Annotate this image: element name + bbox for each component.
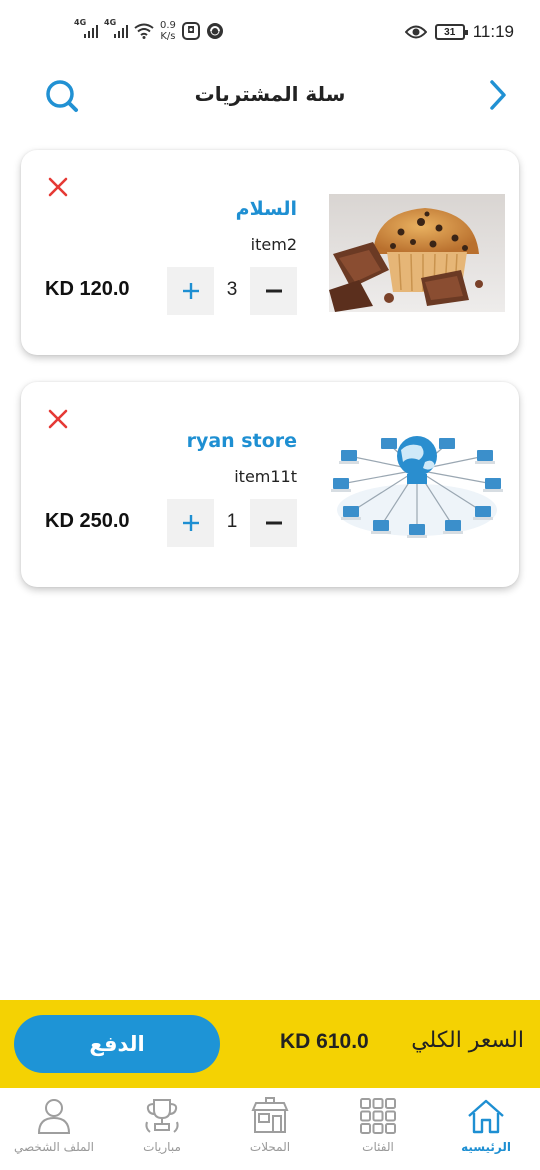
status-right: 31 11:19 [404,22,514,42]
nav-label-stores: المحلات [249,1140,291,1154]
eye-icon [404,25,427,39]
clock: 11:19 [472,22,514,41]
status-left: 4G 4G 0.9 K/s ◘ [74,18,224,42]
cart-item-card: ryan store item11t 1 KD 250.0 [21,382,519,587]
signal-icon-1: 4G [74,18,98,38]
item-name: item2 [250,235,297,254]
nav-item-home[interactable]: الرئيسيه [432,1096,540,1166]
network-globe-illustration [329,426,505,544]
sync-icon [206,23,223,39]
item-price: KD 250.0 [45,510,130,532]
remove-item-button[interactable] [47,408,69,430]
decrease-quantity-button[interactable] [250,499,297,547]
page-title: سلة المشتريات [194,82,346,106]
total-label: السعر الكلي [411,1028,524,1053]
pay-button[interactable]: الدفع [14,1015,220,1073]
battery-level: 31 [444,26,456,38]
close-icon [48,409,68,429]
store-name[interactable]: السلام [236,198,297,220]
close-icon [48,177,68,197]
bottom-navigation: الرئيسيه الفئات المحلات مباريات الملف ال… [0,1088,540,1170]
app-notification-icon: ◘ [181,22,200,40]
nav-label-categories: الفئات [362,1140,394,1154]
plus-icon [182,515,199,531]
store-name[interactable]: ryan store [187,430,297,452]
nav-item-profile[interactable]: الملف الشخصي [0,1096,108,1166]
nav-label-profile: الملف الشخصي [14,1140,94,1154]
item-price: KD 120.0 [45,278,130,300]
total-amount: KD 610.0 [280,1030,369,1053]
wifi-icon [134,23,154,39]
increase-quantity-button[interactable] [167,499,214,547]
item-name: item11t [234,467,297,486]
network-type-label: 4G [104,18,117,27]
status-bar: 4G 4G 0.9 K/s ◘ 31 11:19 [0,0,540,64]
remove-item-button[interactable] [47,176,69,198]
network-type-label: 4G [74,18,87,27]
battery-icon: 31 [434,24,468,40]
nav-item-matches[interactable]: مباريات [108,1096,216,1166]
signal-icon-2: 4G [104,18,128,38]
store-icon [251,1097,289,1133]
quantity-value: 3 [226,279,238,300]
minus-icon [265,521,282,525]
quantity-stepper: 1 [167,499,297,547]
plus-icon [182,283,199,299]
nav-item-categories[interactable]: الفئات [324,1096,432,1166]
chevron-right-icon [490,80,506,110]
app-header: سلة المشتريات [0,64,540,128]
product-image [329,426,505,544]
network-speed: 0.9 K/s [160,20,176,42]
speed-value: 0.9 [160,20,176,31]
grid-icon [360,1098,396,1134]
speed-unit: K/s [160,31,176,42]
cart-item-card: السلام item2 3 KD 120.0 [21,150,519,355]
checkout-bar: الدفع KD 610.0 السعر الكلي [0,1000,540,1088]
user-icon [37,1099,71,1134]
muffin-chocolate-photo [329,194,505,312]
trophy-icon [145,1099,179,1133]
product-image [329,194,505,312]
quantity-value: 1 [226,511,238,532]
quantity-stepper: 3 [167,267,297,315]
back-button[interactable] [486,78,510,112]
decrease-quantity-button[interactable] [250,267,297,315]
increase-quantity-button[interactable] [167,267,214,315]
minus-icon [265,289,282,293]
nav-label-home: الرئيسيه [461,1140,511,1154]
nav-item-stores[interactable]: المحلات [216,1096,324,1166]
home-icon [468,1099,504,1134]
nav-label-matches: مباريات [143,1140,181,1154]
